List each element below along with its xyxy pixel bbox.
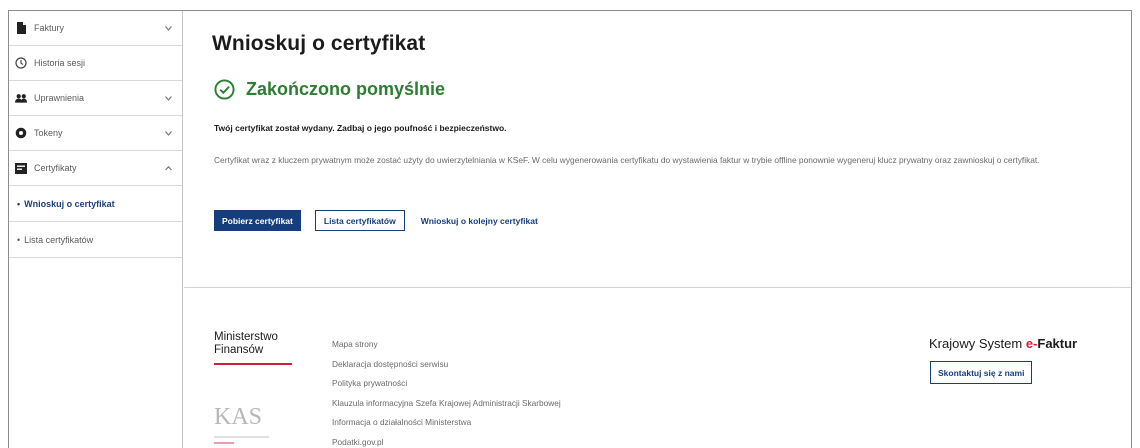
chevron-down-icon — [164, 24, 172, 32]
bullet-icon: • — [17, 198, 21, 209]
sidebar: Faktury Historia sesji Uprawnienia Token… — [9, 11, 183, 448]
sidebar-item-label: Uprawnienia — [34, 93, 85, 103]
ministry-logo[interactable]: Ministerstwo Finansów — [214, 331, 278, 357]
action-buttons: Pobierz certyfikat Lista certyfikatów Wn… — [214, 210, 538, 231]
sidebar-subitem-wnioskuj[interactable]: • Wnioskuj o certyfikat — [9, 186, 182, 222]
users-icon — [15, 92, 27, 104]
chevron-down-icon — [164, 94, 172, 102]
chevron-up-icon — [164, 164, 172, 172]
sidebar-item-label: Certyfikaty — [34, 163, 77, 173]
check-circle-icon — [214, 79, 235, 100]
ksef-e: e- — [1025, 336, 1038, 351]
request-next-certificate-link[interactable]: Wnioskuj o kolejny certyfikat — [421, 216, 538, 226]
footer-links: Mapa strony Deklaracja dostępności serwi… — [332, 338, 561, 448]
sidebar-item-label: Tokeny — [34, 128, 63, 138]
info-description: Certyfikat wraz z kluczem prywatnym może… — [214, 155, 1040, 165]
info-heading: Twój certyfikat został wydany. Zadbaj o … — [214, 123, 507, 133]
app-frame: Faktury Historia sesji Uprawnienia Token… — [8, 10, 1132, 448]
footer-link-polityka[interactable]: Polityka prywatności — [332, 377, 561, 397]
sidebar-item-faktury[interactable]: Faktury — [9, 11, 182, 46]
sidebar-item-tokeny[interactable]: Tokeny — [9, 116, 182, 151]
ministry-logo-bar — [214, 363, 292, 365]
ksef-brand: Krajowy System e-Faktur — [929, 336, 1077, 351]
footer-link-podatki[interactable]: Podatki.gov.pl — [332, 436, 561, 448]
footer-link-deklaracja[interactable]: Deklaracja dostępności serwisu — [332, 358, 561, 378]
sidebar-subitem-label: Lista certyfikatów — [24, 234, 94, 245]
footer-divider — [184, 287, 1131, 288]
status-row: Zakończono pomyślnie — [214, 79, 445, 100]
bullet-icon: • — [17, 234, 21, 245]
certificate-icon — [15, 162, 27, 174]
token-icon — [15, 127, 27, 139]
footer-link-mapa[interactable]: Mapa strony — [332, 338, 561, 358]
sidebar-subitem-label: Wnioskuj o certyfikat — [24, 198, 115, 209]
sidebar-item-historia-sesji[interactable]: Historia sesji — [9, 46, 182, 81]
clock-icon — [15, 57, 27, 69]
page-title: Wnioskuj o certyfikat — [212, 32, 426, 55]
sidebar-item-label: Historia sesji — [34, 58, 86, 68]
footer-link-klauzula[interactable]: Klauzula informacyjna Szefa Krajowej Adm… — [332, 397, 561, 417]
download-certificate-button[interactable]: Pobierz certyfikat — [214, 210, 301, 231]
ministry-logo-line1: Ministerstwo — [214, 331, 278, 343]
chevron-down-icon — [164, 129, 172, 137]
sidebar-item-label: Faktury — [34, 23, 65, 33]
ksef-faktur: Faktur — [1037, 336, 1078, 351]
document-icon — [15, 22, 27, 34]
status-message: Zakończono pomyślnie — [246, 79, 446, 99]
sidebar-item-certyfikaty[interactable]: Certyfikaty — [9, 151, 182, 186]
main-content: Wnioskuj o certyfikat Zakończono pomyśln… — [184, 11, 1131, 448]
kas-logo[interactable]: KAS — [212, 396, 302, 448]
sidebar-subitem-lista[interactable]: • Lista certyfikatów — [9, 222, 182, 258]
contact-button[interactable]: Skontaktuj się z nami — [930, 361, 1033, 384]
sidebar-item-uprawnienia[interactable]: Uprawnienia — [9, 81, 182, 116]
ministry-logo-line2: Finansów — [214, 344, 264, 356]
svg-text:KAS: KAS — [214, 404, 262, 430]
certificate-list-button[interactable]: Lista certyfikatów — [314, 210, 405, 231]
ksef-prefix: Krajowy System — [929, 336, 1026, 351]
footer-link-informacja[interactable]: Informacja o działalności Ministerstwa — [332, 416, 561, 436]
